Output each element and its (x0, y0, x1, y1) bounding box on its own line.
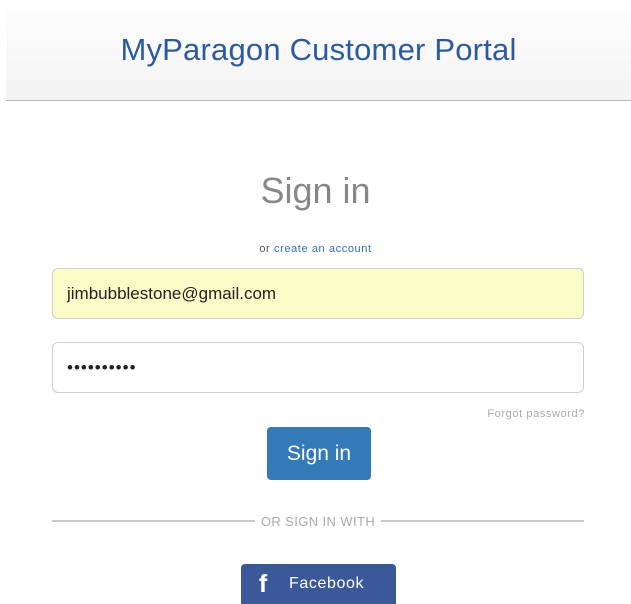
divider-line-right (381, 520, 584, 522)
create-account-row: or create an account (0, 243, 631, 255)
create-account-link[interactable]: create an account (274, 243, 372, 255)
email-field[interactable] (52, 268, 584, 319)
portal-title: MyParagon Customer Portal (120, 32, 517, 67)
facebook-signin-button[interactable]: f Facebook (241, 564, 396, 604)
or-text: or (259, 243, 271, 255)
facebook-label: Facebook (289, 575, 365, 592)
social-divider: OR SIGN IN WITH (52, 511, 584, 531)
header-bar: MyParagon Customer Portal (6, 10, 631, 101)
login-page: MyParagon Customer Portal Sign in or cre… (0, 0, 631, 604)
forgot-password-link[interactable]: Forgot password? (487, 408, 585, 420)
signin-button[interactable]: Sign in (267, 427, 371, 480)
divider-line-left (52, 520, 255, 522)
divider-text: OR SIGN IN WITH (260, 513, 376, 529)
facebook-icon: f (258, 569, 268, 598)
password-field[interactable] (52, 342, 584, 393)
signin-heading: Sign in (260, 170, 371, 211)
